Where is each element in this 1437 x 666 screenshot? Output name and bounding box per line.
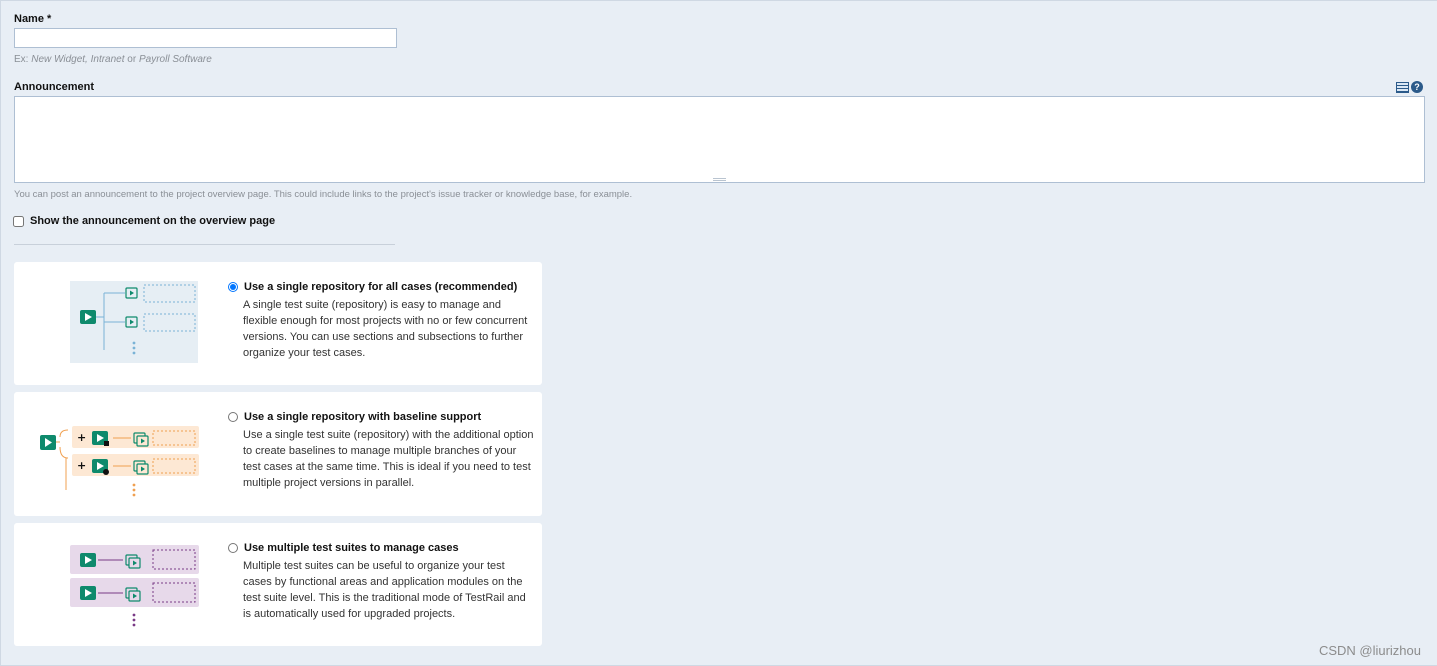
svg-text:+: + [77,431,86,444]
show-announcement-label: Show the announcement on the overview pa… [30,215,276,227]
option-description: Use a single test suite (repository) wit… [243,429,534,489]
suite-mode-card-multiple[interactable]: Use multiple test suites to manage cases… [14,523,542,646]
suite-mode-card-single[interactable]: Use a single repository for all cases (r… [14,262,542,385]
radio-single-repository[interactable] [228,282,238,292]
announcement-hint: You can post an announcement to the proj… [14,189,633,200]
option-multiple: Use multiple test suites to manage cases… [227,542,527,622]
option-baseline: Use a single repository with baseline su… [227,411,533,491]
table-icon[interactable] [1396,81,1409,93]
announcement-label: Announcement [14,81,95,93]
multiple-suites-illustration [70,545,199,627]
option-description: Multiple test suites can be useful to or… [243,560,526,620]
editor-toolbar: ? [1396,81,1423,93]
divider [14,244,395,245]
radio-baseline-repository[interactable] [228,412,238,422]
baseline-repository-illustration: + + [40,426,199,497]
name-hint: Ex: New Widget, Intranet or Payroll Soft… [14,54,212,65]
svg-text:+: + [77,459,86,472]
name-input[interactable] [14,28,397,48]
help-icon[interactable]: ? [1411,81,1423,93]
option-description: A single test suite (repository) is easy… [243,299,528,359]
announcement-textarea[interactable] [14,96,1425,183]
show-announcement-checkbox[interactable] [13,215,24,227]
suite-mode-card-baseline[interactable]: + + Use a single repository with baselin… [14,392,542,516]
option-single: Use a single repository for all cases (r… [227,281,527,361]
watermark: CSDN @liurizhou [1318,643,1421,658]
name-label: Name * [14,13,52,25]
option-title: Use a single repository with baseline su… [244,411,482,423]
single-repository-illustration [70,281,198,363]
option-title: Use multiple test suites to manage cases [244,542,459,554]
resize-grip[interactable] [713,178,726,181]
option-title: Use a single repository for all cases (r… [244,281,518,293]
show-announcement-row: Show the announcement on the overview pa… [13,215,275,227]
radio-multiple-suites[interactable] [228,543,238,553]
